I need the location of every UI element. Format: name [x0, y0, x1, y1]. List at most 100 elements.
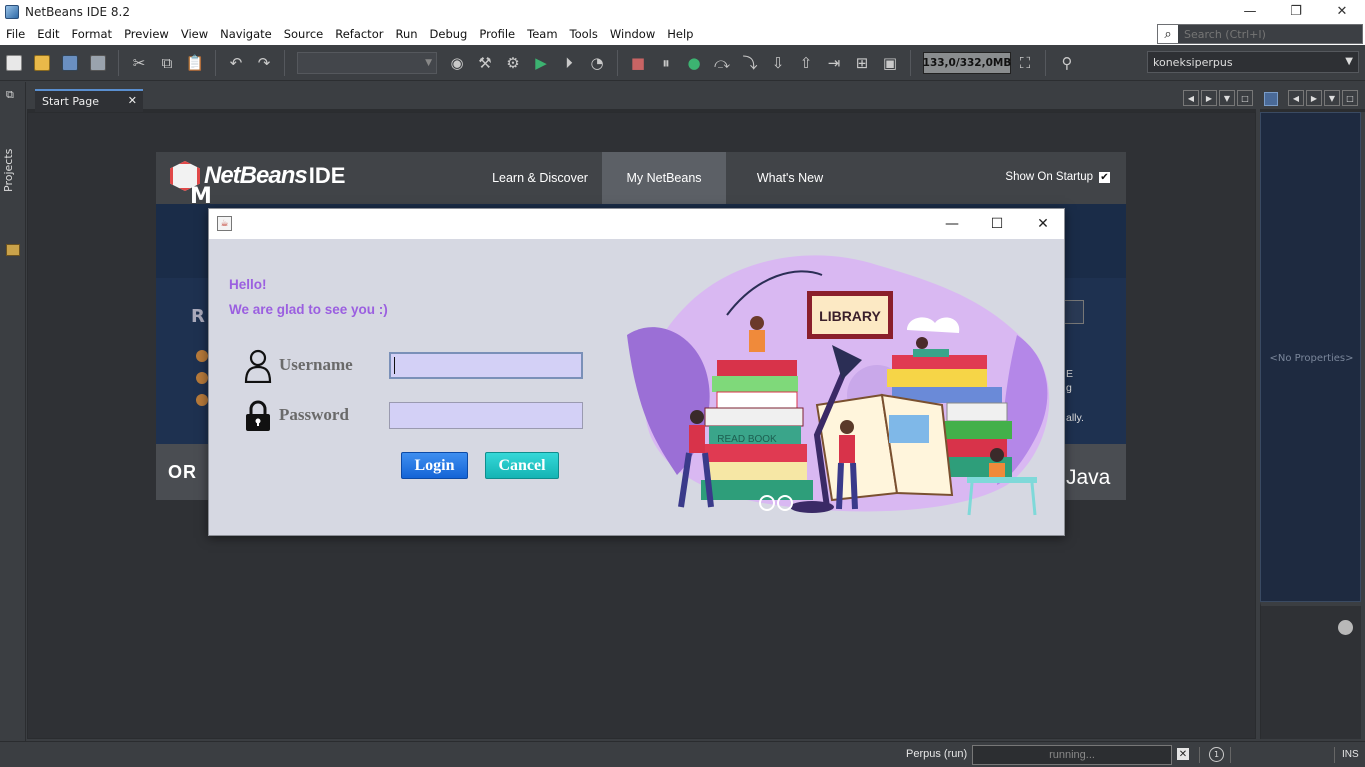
coffee-cup-icon [196, 372, 208, 384]
menu-debug[interactable]: Debug [424, 27, 474, 41]
search-box[interactable]: ⌕ [1157, 24, 1363, 44]
copy-icon[interactable]: ⧉ [156, 52, 178, 74]
step-into-icon[interactable]: ⇩ [767, 52, 789, 74]
take-snapshot-icon[interactable]: ▣ [879, 52, 901, 74]
open-project-icon[interactable] [59, 52, 81, 74]
password-label: Password [279, 405, 349, 424]
cancel-button[interactable]: Cancel [485, 452, 559, 479]
nav-my-netbeans[interactable]: My NetBeans [602, 152, 726, 204]
window-titlebar: NetBeans IDE 8.2 — ❐ ✕ [0, 0, 1365, 23]
menu-edit[interactable]: Edit [31, 27, 65, 41]
dialog-minimize-button[interactable]: — [929, 209, 975, 239]
close-tab-icon[interactable]: ✕ [128, 94, 137, 107]
step-out-icon[interactable]: ⇧ [795, 52, 817, 74]
continue-icon[interactable]: ● [683, 52, 705, 74]
login-button[interactable]: Login [401, 452, 468, 479]
apply-changes-icon[interactable]: ⊞ [851, 52, 873, 74]
main-toolbar: ✂ ⧉ 📋 ↶ ↷ ▼ ◉ ⚒ ⚙ ▶ ⏵ ◔ ■ ⏸ ● ⤼ ⤵ ⇩ ⇧ ⇥ … [0, 45, 1365, 81]
menu-view[interactable]: View [175, 27, 214, 41]
projects-tab[interactable]: Projects [2, 132, 15, 192]
scroll-left-icon[interactable]: ◀ [1183, 90, 1199, 106]
dialog-close-button[interactable]: ✕ [1020, 209, 1066, 239]
configuration-select[interactable]: ▼ [297, 51, 437, 74]
show-opened-docs-icon[interactable]: ▼ [1219, 90, 1235, 106]
paste-icon[interactable]: 📋 [184, 52, 206, 74]
menu-source[interactable]: Source [278, 27, 330, 41]
search-input[interactable] [1178, 27, 1358, 41]
show-on-startup-label: Show On Startup [1005, 171, 1093, 183]
project-configuration-select[interactable]: koneksiperpus ▼ [1147, 51, 1359, 73]
new-project-icon[interactable] [31, 52, 53, 74]
menu-team[interactable]: Team [521, 27, 563, 41]
debug-icon[interactable]: ⏵ [558, 52, 580, 74]
nav-learn-discover[interactable]: Learn & Discover [478, 152, 602, 204]
menu-refactor[interactable]: Refactor [329, 27, 389, 41]
show-opened-docs-icon[interactable]: ▼ [1324, 90, 1340, 106]
show-on-startup-checkbox[interactable]: ✔ [1099, 171, 1110, 183]
close-button[interactable]: ✕ [1319, 0, 1365, 23]
start-page-right-text: E [1066, 368, 1074, 380]
menu-file[interactable]: File [0, 27, 31, 41]
status-separator [1199, 747, 1200, 763]
properties-icon[interactable] [1264, 92, 1278, 106]
notifications-icon[interactable]: 1 [1209, 747, 1224, 762]
tab-start-page[interactable]: Start Page ✕ [35, 89, 143, 112]
restore-window-icon[interactable]: ⧉ [6, 88, 14, 102]
window-title: NetBeans IDE 8.2 [25, 4, 130, 19]
maximize-window-icon[interactable]: □ [1237, 90, 1253, 106]
username-input[interactable] [389, 352, 583, 379]
step-over-expr-icon[interactable]: ⤵ [739, 52, 761, 74]
clean-build-icon[interactable]: ⚙ [502, 52, 524, 74]
recent-heading-partial: R [191, 306, 205, 327]
undo-icon[interactable]: ↶ [225, 52, 247, 74]
left-side-strip: ⧉ Projects [0, 82, 26, 742]
memory-indicator[interactable]: 133,0/332,0MB [923, 51, 1011, 74]
restore-button[interactable]: ❐ [1273, 0, 1319, 23]
library-sign-text: LIBRARY [819, 308, 881, 324]
menu-preview[interactable]: Preview [118, 27, 175, 41]
dialog-maximize-button[interactable]: ☐ [974, 209, 1020, 239]
menu-run[interactable]: Run [389, 27, 423, 41]
start-page-header: NetBeans IDE Learn & Discover My NetBean… [156, 152, 1126, 204]
globe-icon[interactable]: ◉ [446, 52, 468, 74]
menu-tools[interactable]: Tools [564, 27, 604, 41]
save-all-icon[interactable] [87, 52, 109, 74]
maximize-window-icon[interactable]: □ [1342, 90, 1358, 106]
redo-icon[interactable]: ↷ [253, 52, 275, 74]
minimize-button[interactable]: — [1227, 0, 1273, 23]
step-over-icon[interactable]: ⤼ [711, 52, 733, 74]
menu-window[interactable]: Window [604, 27, 661, 41]
cut-icon[interactable]: ✂ [128, 52, 150, 74]
running-task-label[interactable]: Perpus (run) [906, 748, 967, 760]
profile-icon[interactable]: ◔ [586, 52, 608, 74]
status-dot-icon [1338, 620, 1353, 635]
scroll-left-icon[interactable]: ◀ [1288, 90, 1304, 106]
new-file-icon[interactable] [3, 52, 25, 74]
scroll-right-icon[interactable]: ▶ [1306, 90, 1322, 106]
start-page-right-text: g [1066, 382, 1072, 394]
project-select-value: koneksiperpus [1153, 55, 1233, 69]
menu-navigate[interactable]: Navigate [214, 27, 278, 41]
start-page-right-box [1064, 300, 1084, 324]
run-to-cursor-icon[interactable]: ⇥ [823, 52, 845, 74]
build-hammer-icon[interactable]: ⚒ [474, 52, 496, 74]
run-icon[interactable]: ▶ [530, 52, 552, 74]
status-separator [1334, 747, 1335, 763]
progress-bar[interactable]: running... [972, 745, 1172, 765]
menu-help[interactable]: Help [661, 27, 699, 41]
projects-icon[interactable] [6, 244, 20, 256]
menu-format[interactable]: Format [66, 27, 119, 41]
stop-icon[interactable]: ■ [627, 52, 649, 74]
nav-whats-new[interactable]: What's New [726, 152, 854, 204]
start-page-right-text: ally. [1066, 412, 1084, 424]
scroll-right-icon[interactable]: ▶ [1201, 90, 1217, 106]
password-input[interactable] [389, 402, 583, 429]
show-on-startup[interactable]: Show On Startup ✔ [1005, 171, 1110, 183]
cancel-task-icon[interactable]: ✕ [1177, 748, 1189, 760]
coffee-cup-icon [196, 394, 208, 406]
properties-panel: <No Properties> [1260, 112, 1361, 602]
pause-icon[interactable]: ⏸ [655, 52, 677, 74]
menu-profile[interactable]: Profile [473, 27, 521, 41]
gc-icon[interactable]: ⛶ [1014, 52, 1036, 74]
insert-mode-indicator: INS [1342, 749, 1359, 760]
